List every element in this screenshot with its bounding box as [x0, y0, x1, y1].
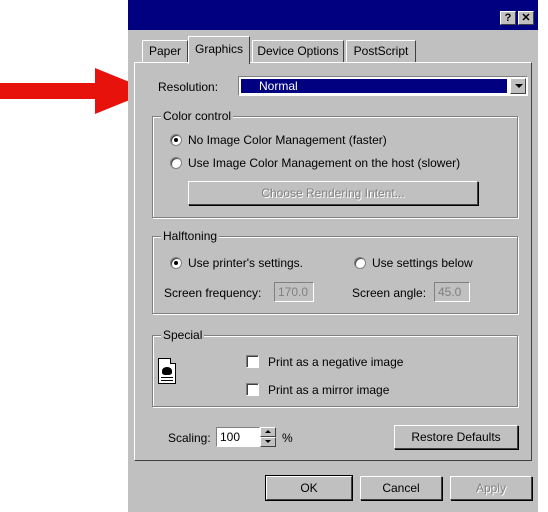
use-printer-settings-radio[interactable] — [170, 257, 182, 269]
document-bird-icon — [158, 358, 176, 384]
printer-properties-dialog: ? ✕ Paper Graphics Device Options PostSc… — [128, 0, 538, 512]
negative-image-checkbox[interactable] — [246, 355, 259, 368]
arrow-up-icon — [265, 430, 271, 433]
negative-image-label[interactable]: Print as a negative image — [268, 355, 403, 369]
color-control-title: Color control — [161, 109, 234, 123]
screen-angle-field[interactable]: 45.0 — [434, 282, 470, 302]
no-icm-radio[interactable] — [170, 134, 182, 146]
use-printer-settings-label[interactable]: Use printer's settings. — [188, 256, 303, 270]
scaling-input[interactable]: 100 — [216, 427, 260, 447]
tab-device-options[interactable]: Device Options — [252, 40, 344, 62]
use-icm-label[interactable]: Use Image Color Management on the host (… — [188, 156, 460, 170]
close-button[interactable]: ✕ — [518, 11, 534, 25]
tab-paper[interactable]: Paper — [142, 40, 188, 62]
chevron-down-icon — [515, 84, 523, 88]
special-title: Special — [161, 328, 205, 342]
halftoning-title: Halftoning — [161, 229, 220, 243]
help-button[interactable]: ? — [500, 11, 516, 25]
mirror-image-checkbox[interactable] — [246, 383, 259, 396]
choose-rendering-intent-button[interactable]: Choose Rendering Intent... — [188, 181, 478, 205]
ok-button[interactable]: OK — [265, 475, 353, 501]
screen-frequency-label: Screen frequency: — [164, 286, 262, 300]
use-icm-radio[interactable] — [170, 157, 182, 169]
mirror-image-label[interactable]: Print as a mirror image — [268, 383, 389, 397]
resolution-label: Resolution: — [158, 80, 219, 94]
radio-dot-icon — [174, 138, 178, 142]
screen-frequency-field[interactable]: 170.0 — [274, 282, 314, 302]
tab-postscript[interactable]: PostScript — [346, 40, 416, 62]
dropdown-button[interactable] — [510, 78, 526, 94]
radio-dot-icon — [174, 261, 178, 265]
spin-up-button[interactable] — [260, 427, 276, 437]
apply-button[interactable]: Apply — [450, 476, 532, 500]
spin-down-button[interactable] — [260, 437, 276, 447]
no-icm-label[interactable]: No Image Color Management (faster) — [188, 133, 387, 147]
resolution-dropdown[interactable]: Normal — [238, 76, 528, 96]
use-settings-below-radio[interactable] — [354, 257, 366, 269]
halftoning-group: Halftoning — [152, 229, 518, 314]
arrow-down-icon — [265, 440, 271, 443]
scaling-spinner[interactable] — [260, 427, 276, 447]
scaling-unit: % — [282, 431, 293, 445]
tab-graphics[interactable]: Graphics — [188, 36, 250, 64]
title-bar: ? ✕ — [128, 0, 538, 30]
screen-angle-label: Screen angle: — [352, 286, 427, 300]
resolution-value: Normal — [241, 79, 507, 93]
cancel-button[interactable]: Cancel — [360, 476, 442, 500]
restore-defaults-button[interactable]: Restore Defaults — [394, 425, 518, 449]
use-settings-below-label[interactable]: Use settings below — [372, 256, 473, 270]
scaling-label: Scaling: — [168, 431, 211, 445]
